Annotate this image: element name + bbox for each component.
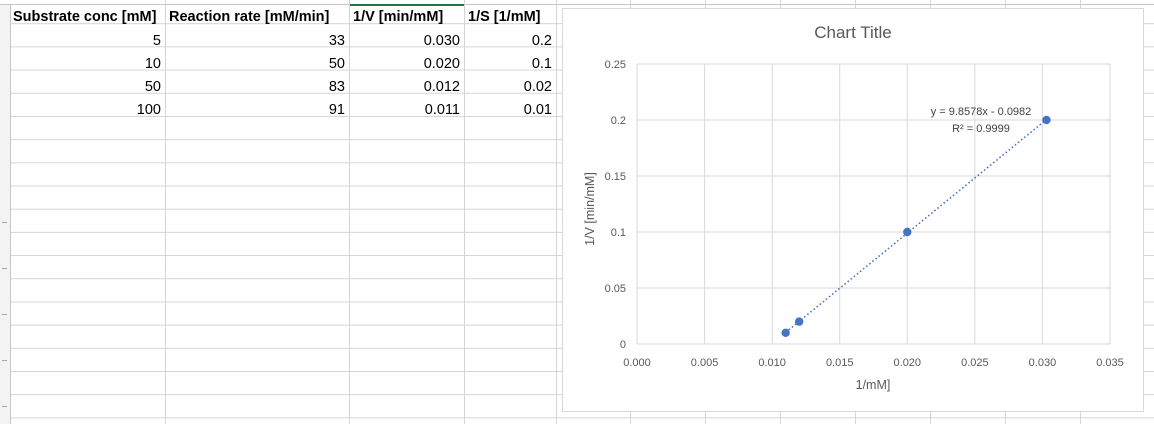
table-cell[interactable]: 33 [166,30,349,53]
column-header-edge [0,0,1154,5]
y-tick-label: 0.2 [611,115,626,127]
y-tick-label: 0.1 [611,227,626,239]
chart-area[interactable]: 0.000 0.005 0.010 0.015 0.020 0.025 0.030 0.035… [562,8,1144,412]
x-tick-label: 0.020 [894,357,922,369]
table-cell[interactable]: 0.2 [465,30,556,53]
trendline [785,118,1047,334]
table-cell[interactable]: 5 [10,30,165,53]
y-axis-label[interactable]: 1/V [min/mM] [583,172,597,246]
x-tick-label: 0.015 [826,357,854,369]
chart-svg: 0.000 0.005 0.010 0.015 0.020 0.025 0.030 0.035… [583,23,1124,392]
data-point [781,328,790,337]
table-cell[interactable]: 0.012 [350,76,464,99]
table-cell[interactable]: 0.02 [465,76,556,99]
table-cell[interactable]: 0.01 [465,99,556,122]
trendline-equation[interactable]: y = 9.8578x - 0.0982 [931,106,1032,118]
table-cell[interactable]: 0.011 [350,99,464,122]
chart-gridlines [636,63,1111,345]
table-cell[interactable]: 10 [10,53,165,76]
data-point [794,317,804,326]
column-divider [556,0,557,424]
table-cell[interactable]: 0.030 [350,30,464,53]
chart-trendline-layer [785,118,1047,334]
table-cell[interactable]: 100 [10,99,165,122]
y-tick-label: 0.25 [605,59,626,71]
table-cell[interactable]: 50 [10,76,165,99]
table-cell[interactable]: 0.020 [350,53,464,76]
x-tick-label: 0.000 [623,357,651,369]
data-point [903,227,912,237]
header-inverse-v[interactable]: 1/V [min/mM] [350,6,464,29]
row-marker [2,406,7,407]
x-tick-label: 0.005 [691,357,719,369]
x-tick-label: 0.030 [1029,357,1057,369]
header-substrate-conc[interactable]: Substrate conc [mM] [10,6,165,29]
row-marker [2,314,7,315]
row-marker [2,360,7,361]
data-point [1042,115,1051,125]
header-inverse-s[interactable]: 1/S [1/mM] [465,6,556,29]
table-cell[interactable]: 83 [166,76,349,99]
chart-tick-labels: 0.000 0.005 0.010 0.015 0.020 0.025 0.030 0.035… [605,59,1124,369]
row-marker [2,222,7,223]
x-tick-label: 0.035 [1096,357,1124,369]
table-cell[interactable]: 50 [166,53,349,76]
table-cell[interactable]: 91 [166,99,349,122]
x-axis-label[interactable]: 1/mM] [856,378,891,392]
header-reaction-rate[interactable]: Reaction rate [mM/min] [166,6,349,29]
x-tick-label: 0.025 [961,357,989,369]
table-cell[interactable]: 0.1 [465,53,556,76]
chart-title[interactable]: Chart Title [814,23,891,42]
row-marker [2,268,7,269]
trendline-r-squared[interactable]: R² = 0.9999 [952,123,1010,135]
y-tick-label: 0.15 [605,171,626,183]
x-tick-label: 0.010 [758,357,786,369]
y-tick-label: 0 [620,339,626,351]
y-tick-label: 0.05 [605,283,626,295]
